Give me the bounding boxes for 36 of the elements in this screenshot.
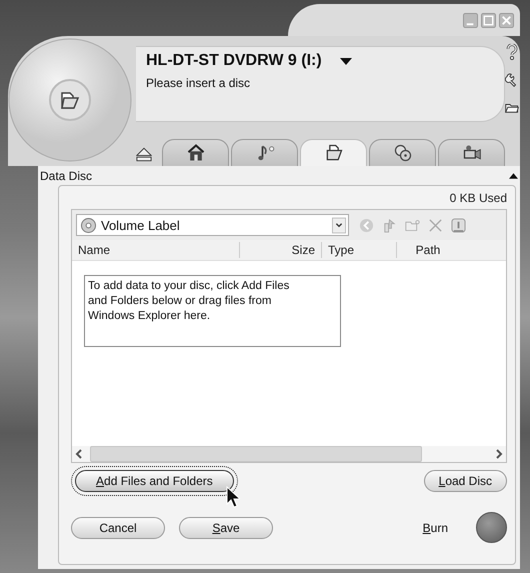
home-icon — [186, 143, 206, 163]
panel-title: Data Disc — [40, 169, 92, 183]
column-header[interactable]: Type — [322, 242, 397, 258]
caret-icon[interactable] — [340, 58, 352, 64]
mouse-pointer-icon — [226, 486, 240, 508]
tab[interactable] — [438, 139, 505, 166]
burn-label: Burn — [422, 520, 448, 534]
scroll-thumb[interactable] — [90, 446, 422, 462]
empty-list-hint: To add data to your disc, click Add Files and Folders below or drag files from Windows Explorer here. — [84, 275, 341, 347]
save-button[interactable]: Save — [179, 516, 273, 538]
load-disc-button[interactable]: Load Disc — [424, 470, 507, 492]
minimize-icon[interactable] — [463, 12, 478, 28]
drive-status: Please insert a disc — [146, 76, 252, 90]
drive-name[interactable]: HL-DT-ST DVDRW 9 (I:) — [146, 52, 322, 70]
volume-label-text: Volume Label — [101, 218, 181, 232]
tab[interactable] — [369, 139, 436, 166]
collapse-icon[interactable] — [509, 173, 518, 179]
wrench-icon[interactable] — [505, 72, 519, 88]
properties-icon[interactable] — [451, 218, 466, 232]
cancel-button[interactable]: Cancel — [71, 516, 165, 538]
column-header[interactable]: Name — [72, 242, 240, 258]
disc-usage: 0 KB Used — [450, 191, 507, 205]
help-icon[interactable] — [505, 44, 519, 60]
burn-button[interactable] — [476, 512, 507, 543]
horizontal-scrollbar[interactable] — [72, 446, 506, 462]
tab[interactable] — [162, 139, 229, 166]
eject-icon[interactable] — [136, 147, 152, 162]
column-header[interactable]: Size — [240, 242, 322, 258]
disc-copy-icon — [392, 143, 412, 163]
column-header[interactable]: Path — [397, 242, 459, 258]
tab[interactable] — [300, 139, 367, 166]
cd-icon — [81, 218, 96, 232]
maximize-icon[interactable] — [481, 12, 496, 28]
folder-document-icon — [324, 143, 344, 163]
volume-label-dropdown[interactable]: Volume Label — [76, 214, 349, 236]
close-icon[interactable] — [499, 12, 514, 28]
